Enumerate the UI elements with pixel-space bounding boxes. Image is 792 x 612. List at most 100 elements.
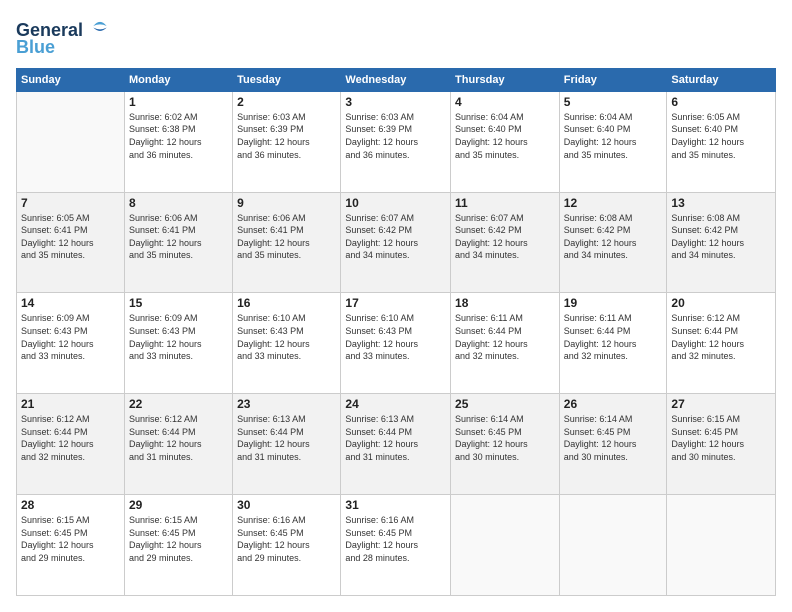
- day-number: 28: [21, 498, 120, 512]
- calendar-cell: 29Sunrise: 6:15 AM Sunset: 6:45 PM Dayli…: [124, 495, 232, 596]
- day-number: 25: [455, 397, 555, 411]
- calendar-cell: 25Sunrise: 6:14 AM Sunset: 6:45 PM Dayli…: [451, 394, 560, 495]
- day-info: Sunrise: 6:03 AM Sunset: 6:39 PM Dayligh…: [237, 111, 336, 161]
- calendar-table: SundayMondayTuesdayWednesdayThursdayFrid…: [16, 68, 776, 596]
- calendar-cell: 31 Sunrise: 6:16 AM Sunset: 6:45 PM Dayli…: [341, 495, 451, 596]
- day-number: 18: [455, 296, 555, 310]
- day-info: Sunrise: 6:16 AM Sunset: 6:45 PM Dayligh…: [237, 514, 336, 564]
- day-number: 16: [237, 296, 336, 310]
- calendar-cell: 14 Sunrise: 6:09 AM Sunset: 6:43 PM Dayli…: [17, 293, 125, 394]
- calendar-cell: [559, 495, 667, 596]
- calendar-cell: 3 Sunrise: 6:03 AM Sunset: 6:39 PM Daylig…: [341, 91, 451, 192]
- calendar-cell: 28 Sunrise: 6:15 AM Sunset: 6:45 PM Dayli…: [17, 495, 125, 596]
- day-number: 10: [345, 196, 446, 210]
- weekday-header: Thursday: [451, 68, 560, 91]
- day-info: Sunrise: 6:08 AM Sunset: 6:42 PM Dayligh…: [564, 212, 663, 262]
- weekday-header: Saturday: [667, 68, 776, 91]
- calendar-cell: 21 Sunrise: 6:12 AM Sunset: 6:44 PM Dayli…: [17, 394, 125, 495]
- day-number: 5: [564, 95, 663, 109]
- calendar-cell: 2 Sunrise: 6:03 AM Sunset: 6:39 PM Daylig…: [233, 91, 341, 192]
- day-info: Sunrise: 6:11 AM Sunset: 6:44 PM Dayligh…: [564, 312, 663, 362]
- calendar-cell: 1 Sunrise: 6:02 AM Sunset: 6:38 PM Daylig…: [124, 91, 232, 192]
- day-info: Sunrise: 6:07 AM Sunset: 6:42 PM Dayligh…: [455, 212, 555, 262]
- calendar-cell: 30 Sunrise: 6:16 AM Sunset: 6:45 PM Dayli…: [233, 495, 341, 596]
- day-number: 19: [564, 296, 663, 310]
- day-number: 21: [21, 397, 120, 411]
- calendar-cell: 27 Sunrise: 6:15 AM Sunset: 6:45 PM Dayli…: [667, 394, 776, 495]
- day-info: Sunrise: 6:07 AM Sunset: 6:42 PM Dayligh…: [345, 212, 446, 262]
- day-number: 1: [129, 95, 228, 109]
- day-number: 7: [21, 196, 120, 210]
- day-number: 31: [345, 498, 446, 512]
- day-number: 4: [455, 95, 555, 109]
- calendar-cell: 18 Sunrise: 6:11 AM Sunset: 6:44 PM Dayli…: [451, 293, 560, 394]
- weekday-header: Tuesday: [233, 68, 341, 91]
- day-number: 2: [237, 95, 336, 109]
- day-info: Sunrise: 6:15 AM Sunset: 6:45 PM Dayligh…: [129, 514, 228, 564]
- calendar-cell: 22 Sunrise: 6:12 AM Sunset: 6:44 PM Dayli…: [124, 394, 232, 495]
- day-number: 23: [237, 397, 336, 411]
- calendar-cell: 11Sunrise: 6:07 AM Sunset: 6:42 PM Dayli…: [451, 192, 560, 293]
- day-info: Sunrise: 6:12 AM Sunset: 6:44 PM Dayligh…: [671, 312, 771, 362]
- calendar-cell: 23 Sunrise: 6:13 AM Sunset: 6:44 PM Dayli…: [233, 394, 341, 495]
- day-number: 3: [345, 95, 446, 109]
- calendar-cell: 7 Sunrise: 6:05 AM Sunset: 6:41 PM Daylig…: [17, 192, 125, 293]
- calendar-cell: 16 Sunrise: 6:10 AM Sunset: 6:43 PM Dayli…: [233, 293, 341, 394]
- day-number: 15: [129, 296, 228, 310]
- weekday-header: Wednesday: [341, 68, 451, 91]
- weekday-header: Friday: [559, 68, 667, 91]
- day-number: 20: [671, 296, 771, 310]
- day-info: Sunrise: 6:16 AM Sunset: 6:45 PM Dayligh…: [345, 514, 446, 564]
- day-info: Sunrise: 6:15 AM Sunset: 6:45 PM Dayligh…: [21, 514, 120, 564]
- day-info: Sunrise: 6:04 AM Sunset: 6:40 PM Dayligh…: [564, 111, 663, 161]
- day-number: 22: [129, 397, 228, 411]
- header: General Blue: [16, 16, 776, 58]
- page: General Blue SundayMondayTuesdayWednesda…: [0, 0, 792, 612]
- day-number: 24: [345, 397, 446, 411]
- day-info: Sunrise: 6:04 AM Sunset: 6:40 PM Dayligh…: [455, 111, 555, 161]
- weekday-header: Sunday: [17, 68, 125, 91]
- day-info: Sunrise: 6:03 AM Sunset: 6:39 PM Dayligh…: [345, 111, 446, 161]
- calendar-cell: 17Sunrise: 6:10 AM Sunset: 6:43 PM Dayli…: [341, 293, 451, 394]
- calendar-cell: 20 Sunrise: 6:12 AM Sunset: 6:44 PM Dayli…: [667, 293, 776, 394]
- day-number: 26: [564, 397, 663, 411]
- calendar-cell: 24 Sunrise: 6:13 AM Sunset: 6:44 PM Dayli…: [341, 394, 451, 495]
- day-info: Sunrise: 6:13 AM Sunset: 6:44 PM Dayligh…: [345, 413, 446, 463]
- calendar-cell: 15 Sunrise: 6:09 AM Sunset: 6:43 PM Dayli…: [124, 293, 232, 394]
- logo-icon: [90, 16, 110, 36]
- day-info: Sunrise: 6:09 AM Sunset: 6:43 PM Dayligh…: [21, 312, 120, 362]
- day-info: Sunrise: 6:10 AM Sunset: 6:43 PM Dayligh…: [237, 312, 336, 362]
- logo: General Blue: [16, 16, 110, 58]
- day-number: 14: [21, 296, 120, 310]
- day-info: Sunrise: 6:06 AM Sunset: 6:41 PM Dayligh…: [129, 212, 228, 262]
- calendar-cell: 13Sunrise: 6:08 AM Sunset: 6:42 PM Dayli…: [667, 192, 776, 293]
- day-number: 30: [237, 498, 336, 512]
- calendar-cell: 9 Sunrise: 6:06 AM Sunset: 6:41 PM Daylig…: [233, 192, 341, 293]
- calendar-cell: 8Sunrise: 6:06 AM Sunset: 6:41 PM Daylig…: [124, 192, 232, 293]
- day-info: Sunrise: 6:06 AM Sunset: 6:41 PM Dayligh…: [237, 212, 336, 262]
- day-info: Sunrise: 6:09 AM Sunset: 6:43 PM Dayligh…: [129, 312, 228, 362]
- day-info: Sunrise: 6:11 AM Sunset: 6:44 PM Dayligh…: [455, 312, 555, 362]
- day-info: Sunrise: 6:14 AM Sunset: 6:45 PM Dayligh…: [564, 413, 663, 463]
- weekday-header: Monday: [124, 68, 232, 91]
- day-info: Sunrise: 6:02 AM Sunset: 6:38 PM Dayligh…: [129, 111, 228, 161]
- calendar-cell: 12 Sunrise: 6:08 AM Sunset: 6:42 PM Dayli…: [559, 192, 667, 293]
- day-number: 6: [671, 95, 771, 109]
- day-number: 12: [564, 196, 663, 210]
- calendar-cell: 26 Sunrise: 6:14 AM Sunset: 6:45 PM Dayli…: [559, 394, 667, 495]
- day-number: 27: [671, 397, 771, 411]
- calendar-cell: [17, 91, 125, 192]
- day-number: 13: [671, 196, 771, 210]
- calendar-cell: [451, 495, 560, 596]
- day-info: Sunrise: 6:05 AM Sunset: 6:41 PM Dayligh…: [21, 212, 120, 262]
- day-info: Sunrise: 6:12 AM Sunset: 6:44 PM Dayligh…: [21, 413, 120, 463]
- calendar-cell: [667, 495, 776, 596]
- day-info: Sunrise: 6:12 AM Sunset: 6:44 PM Dayligh…: [129, 413, 228, 463]
- calendar-cell: 4 Sunrise: 6:04 AM Sunset: 6:40 PM Daylig…: [451, 91, 560, 192]
- day-info: Sunrise: 6:15 AM Sunset: 6:45 PM Dayligh…: [671, 413, 771, 463]
- calendar-cell: 19 Sunrise: 6:11 AM Sunset: 6:44 PM Dayli…: [559, 293, 667, 394]
- day-number: 9: [237, 196, 336, 210]
- day-info: Sunrise: 6:05 AM Sunset: 6:40 PM Dayligh…: [671, 111, 771, 161]
- day-info: Sunrise: 6:13 AM Sunset: 6:44 PM Dayligh…: [237, 413, 336, 463]
- day-info: Sunrise: 6:10 AM Sunset: 6:43 PM Dayligh…: [345, 312, 446, 362]
